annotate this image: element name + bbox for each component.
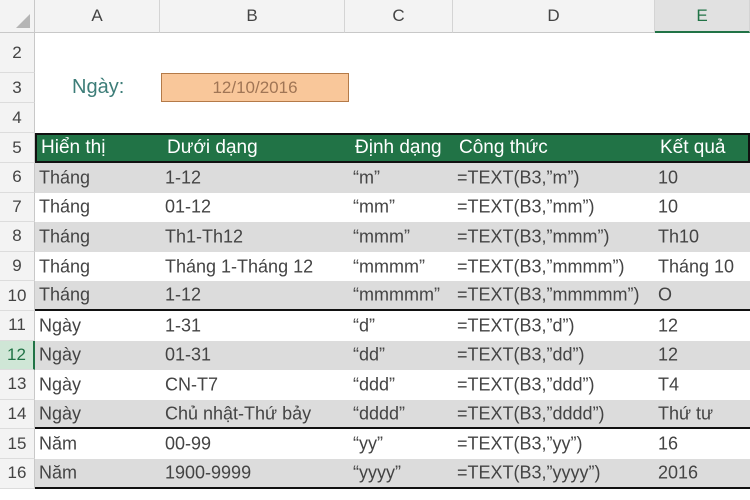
row-header-11[interactable]: 11 (0, 311, 35, 341)
table-cell[interactable]: 10 (658, 167, 678, 188)
table-row: Năm 1900-9999 “yyyy” =TEXT(B3,”yyyy”) 2016 (35, 459, 750, 489)
table-cell[interactable]: CN-T7 (165, 374, 218, 395)
row-header-6[interactable]: 6 (0, 163, 35, 193)
row-header-8[interactable]: 8 (0, 222, 35, 252)
table-cell[interactable]: 12 (658, 315, 678, 336)
table-cell[interactable]: =TEXT(B3,”yy”) (457, 434, 583, 455)
table-cell[interactable]: Ngày (39, 315, 81, 336)
header-cell[interactable]: Dưới dạng (167, 137, 258, 159)
table-row: Ngày 01-31 “dd” =TEXT(B3,”dd”) 12 (35, 340, 750, 371)
table-cell[interactable]: =TEXT(B3,”dddd”) (457, 403, 605, 424)
table-cell[interactable]: 1900-9999 (165, 462, 251, 483)
row-header-14[interactable]: 14 (0, 399, 35, 430)
table-cell[interactable]: 16 (658, 434, 678, 455)
table-cell[interactable]: Chủ nhật-Thứ bảy (165, 403, 311, 424)
table-cell[interactable]: 12 (658, 345, 678, 366)
table-row: Ngày 1-31 “d” =TEXT(B3,”d”) 12 (35, 311, 750, 341)
row-header-15[interactable]: 15 (0, 429, 35, 459)
table-cell[interactable]: “dddd” (353, 403, 405, 424)
table-cell[interactable]: =TEXT(B3,”m”) (457, 167, 580, 188)
row-header-10[interactable]: 10 (0, 281, 35, 311)
table-cell[interactable]: “mmmm” (353, 256, 425, 277)
table-cell[interactable]: =TEXT(B3,”mm”) (457, 197, 595, 218)
table-cell[interactable]: =TEXT(B3,”mmmmm”) (457, 285, 639, 306)
header-cell[interactable]: Kết quả (660, 137, 726, 159)
table-row: Ngày CN-T7 “ddd” =TEXT(B3,”ddd”) T4 (35, 370, 750, 400)
table-cell[interactable]: Ngày (39, 403, 81, 424)
table-cell[interactable]: Tháng (39, 197, 90, 218)
table-cell[interactable]: O (658, 285, 672, 306)
table-cell[interactable]: Tháng (39, 256, 90, 277)
table-cell[interactable]: Năm (39, 462, 77, 483)
table-cell[interactable]: Ngày (39, 374, 81, 395)
table-cell[interactable]: =TEXT(B3,”mmm”) (457, 226, 610, 247)
table-cell[interactable]: “mm” (353, 197, 395, 218)
table-cell[interactable]: 10 (658, 197, 678, 218)
table-cell[interactable]: Thứ tư (658, 403, 713, 424)
row-header-16[interactable]: 16 (0, 459, 35, 489)
column-header-a[interactable]: A (35, 0, 160, 33)
table-cell[interactable]: “mmmmm” (353, 285, 440, 306)
table-cell[interactable]: 01-12 (165, 197, 211, 218)
table-cell[interactable]: Th1-Th12 (165, 226, 243, 247)
table-cell[interactable]: =TEXT(B3,”ddd”) (457, 374, 595, 395)
table-cell[interactable]: 1-12 (165, 167, 201, 188)
table-cell[interactable]: “yy” (353, 434, 383, 455)
table-cell[interactable]: 1-12 (165, 285, 201, 306)
table-row: Ngày Chủ nhật-Thứ bảy “dddd” =TEXT(B3,”dddd… (35, 399, 750, 430)
table-cell[interactable]: “dd” (353, 345, 385, 366)
table-cell[interactable]: “yyyy” (353, 462, 401, 483)
table-cell[interactable]: Năm (39, 434, 77, 455)
table-cell[interactable]: 01-31 (165, 345, 211, 366)
table-cell[interactable]: Th10 (658, 226, 699, 247)
row-header-7[interactable]: 7 (0, 192, 35, 223)
table-cell[interactable]: Tháng (39, 226, 90, 247)
table-cell[interactable]: Ngày (39, 345, 81, 366)
date-label: Ngày: (72, 76, 125, 98)
table-cell[interactable]: 2016 (658, 462, 698, 483)
table-row: Tháng 01-12 “mm” =TEXT(B3,”mm”) 10 (35, 193, 750, 223)
row-header-13[interactable]: 13 (0, 370, 35, 400)
table-cell[interactable]: “m” (353, 167, 380, 188)
table-cell[interactable]: Tháng 1-Tháng 12 (165, 256, 313, 277)
select-all-corner[interactable] (0, 0, 35, 33)
table-cell[interactable]: =TEXT(B3,”yyyy”) (457, 462, 601, 483)
table-row: Tháng Th1-Th12 “mmm” =TEXT(B3,”mmm”) Th10 (35, 222, 750, 252)
row-header-5[interactable]: 5 (0, 133, 35, 163)
row-header-9[interactable]: 9 (0, 251, 35, 282)
row-header-4[interactable]: 4 (0, 103, 35, 133)
header-cell[interactable]: Hiển thị (41, 137, 105, 159)
row-header-3[interactable]: 3 (0, 73, 35, 103)
table-cell[interactable]: T4 (658, 374, 679, 395)
table-cell[interactable]: 1-31 (165, 315, 201, 336)
table-cell[interactable]: Tháng (39, 167, 90, 188)
table-cell[interactable]: =TEXT(B3,”dd”) (457, 345, 585, 366)
header-cell[interactable]: Định dạng (355, 137, 442, 159)
column-header-c[interactable]: C (345, 0, 453, 33)
table-cell[interactable]: “ddd” (353, 374, 395, 395)
table-row: Tháng Tháng 1-Tháng 12 “mmmm” =TEXT(B3,”mmm… (35, 252, 750, 282)
column-header-b[interactable]: B (160, 0, 345, 33)
date-cell-b3[interactable]: 12/10/2016 (161, 73, 349, 102)
column-header-d[interactable]: D (453, 0, 655, 33)
table-row: Tháng 1-12 “mmmmm” =TEXT(B3,”mmmmm”) O (35, 281, 750, 311)
table-row: Tháng 1-12 “m” =TEXT(B3,”m”) 10 (35, 163, 750, 193)
table-cell[interactable]: Tháng (39, 285, 90, 306)
table-cell[interactable]: “mmm” (353, 226, 410, 247)
table-cell[interactable]: Tháng 10 (658, 256, 734, 277)
table-cell[interactable]: 00-99 (165, 434, 211, 455)
table-row: Năm 00-99 “yy” =TEXT(B3,”yy”) 16 (35, 429, 750, 459)
table-cell[interactable]: =TEXT(B3,”d”) (457, 315, 575, 336)
header-cell[interactable]: Công thức (459, 137, 548, 159)
row-header-2[interactable]: 2 (0, 33, 35, 73)
table-cell[interactable]: “d” (353, 315, 375, 336)
table-cell[interactable]: =TEXT(B3,”mmmm”) (457, 256, 624, 277)
row-header-12[interactable]: 12 (0, 340, 35, 371)
table-header-row: Hiển thị Dưới dạng Định dạng Công thức K… (35, 133, 750, 163)
column-header-e[interactable]: E (655, 0, 750, 33)
